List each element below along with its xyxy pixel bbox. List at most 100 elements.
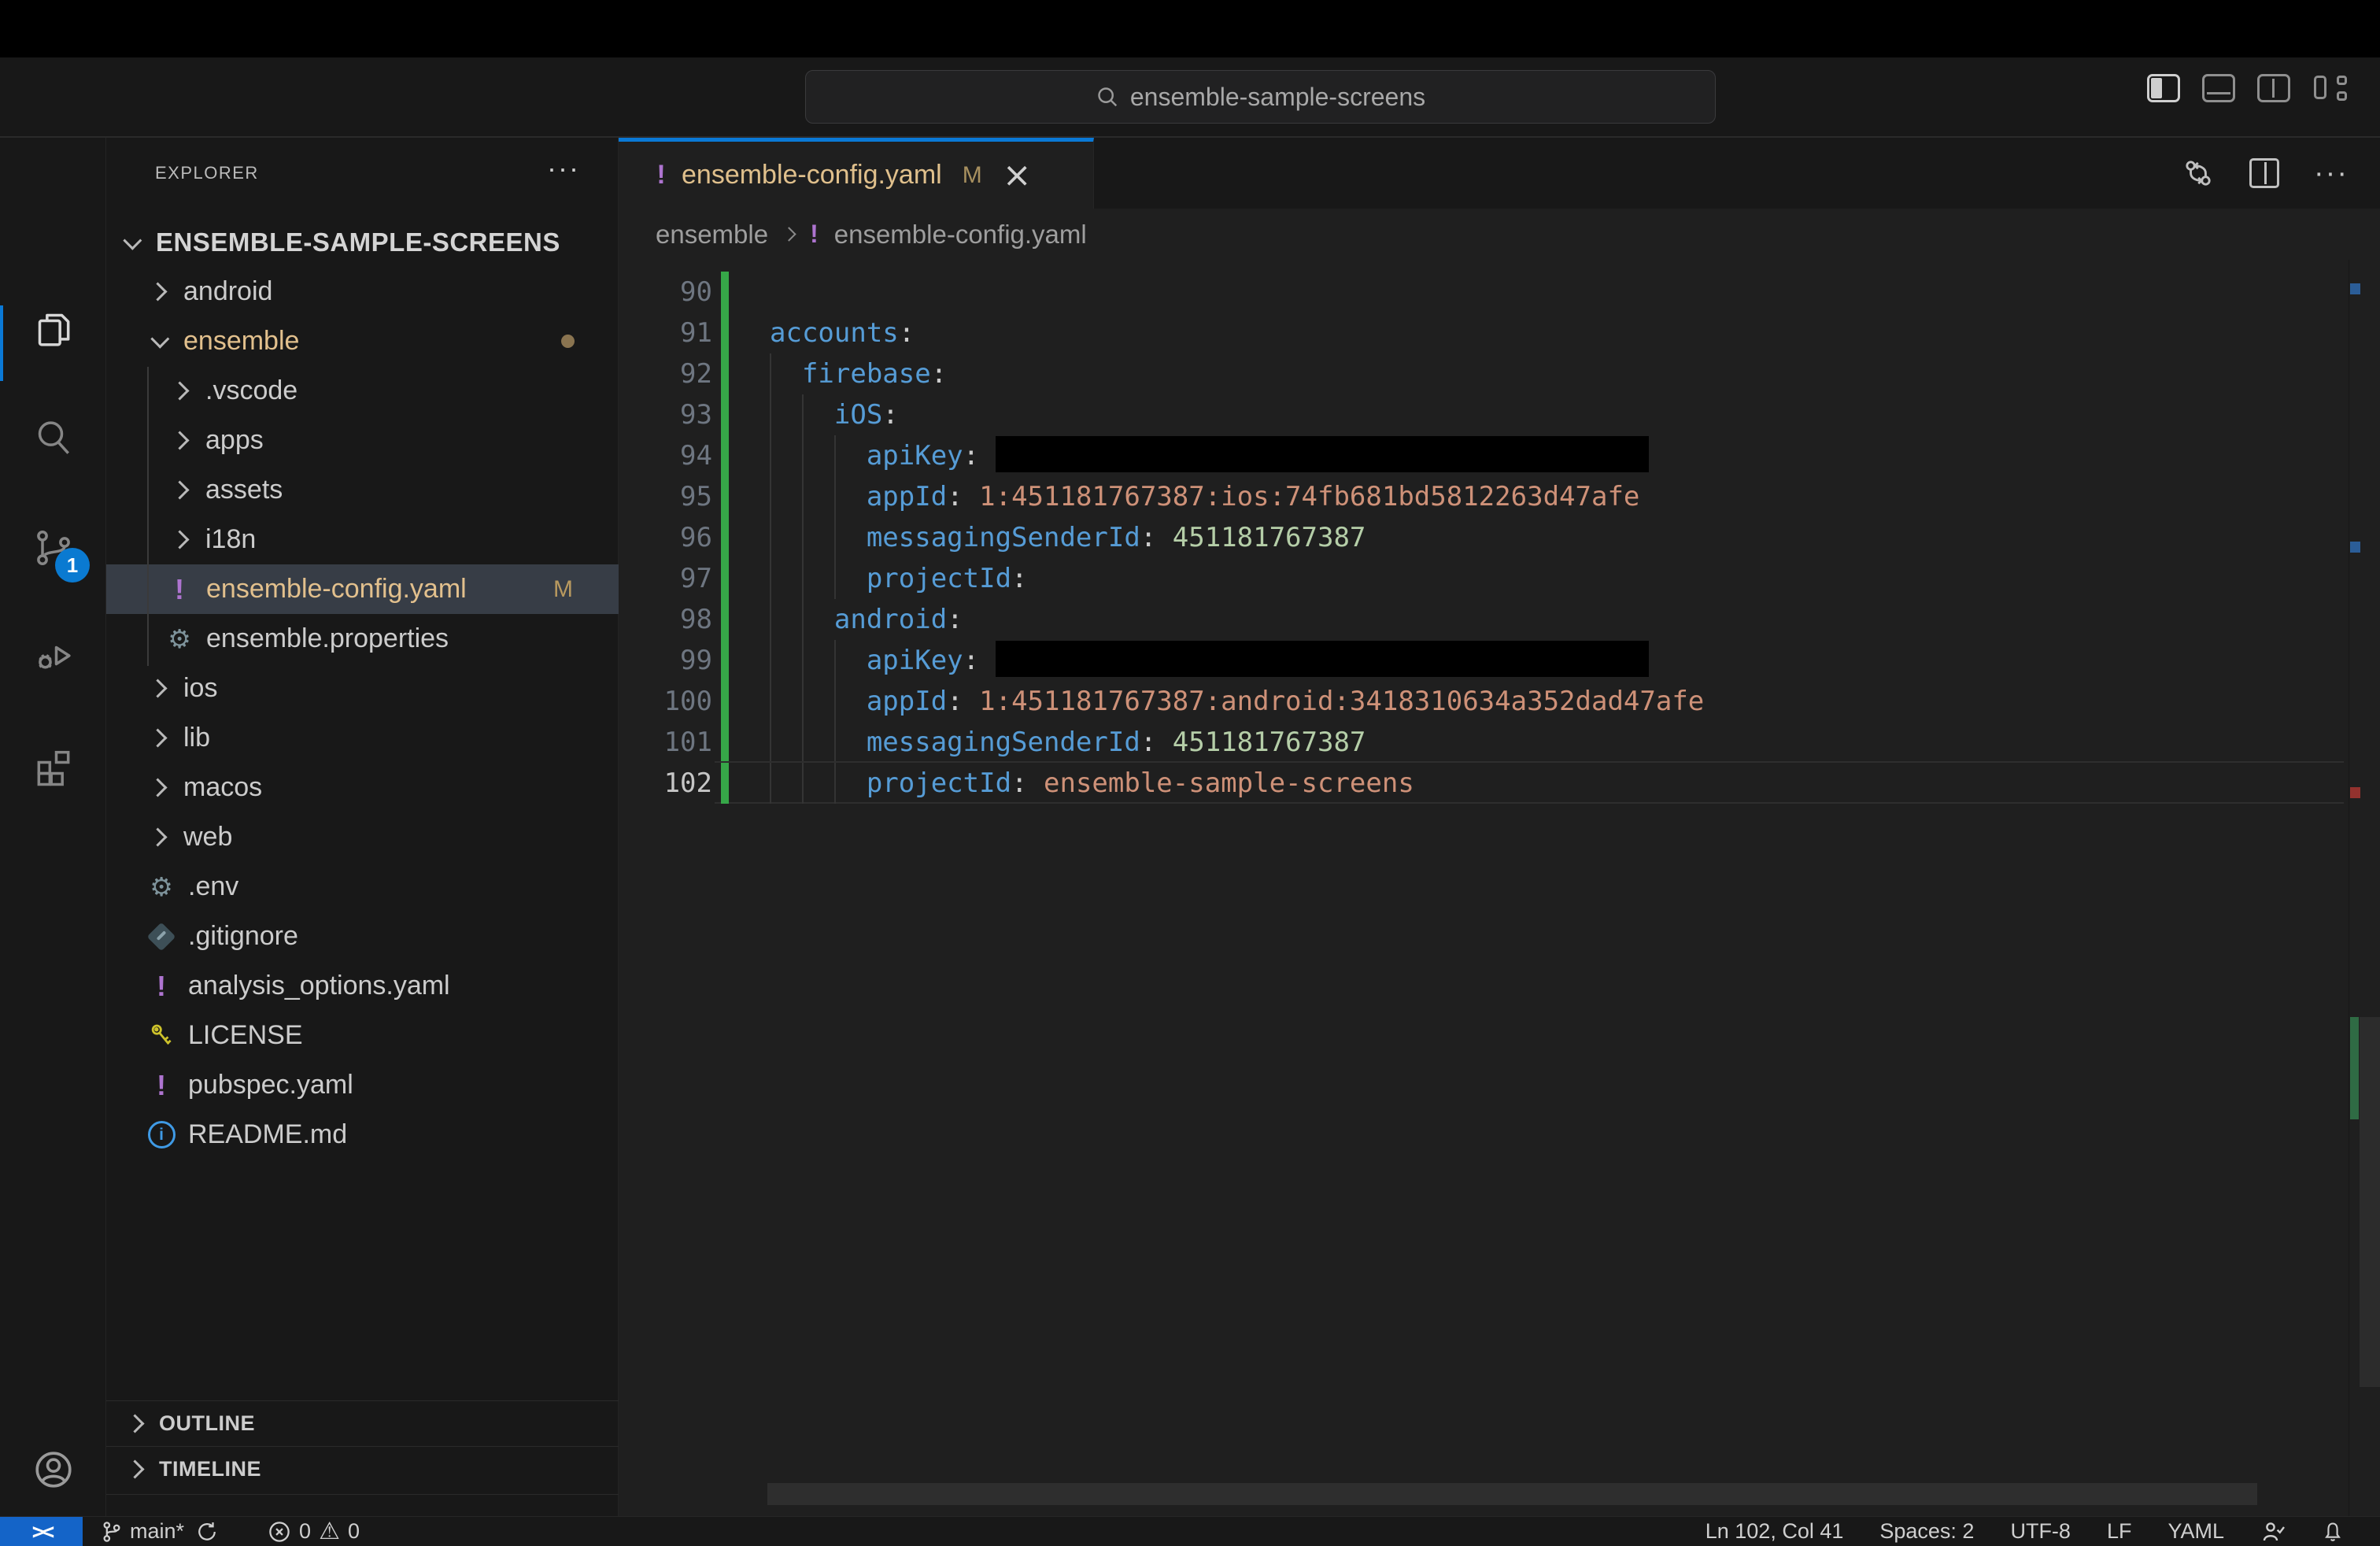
gear-icon: ⚙ [168,623,191,654]
tree-item-ensemble.properties[interactable]: ⚙ ensemble.properties [106,614,619,664]
breadcrumb-file[interactable]: ensemble-config.yaml [834,220,1087,250]
command-center-search[interactable]: ensemble-sample-screens [805,70,1716,124]
git-added-gutter [721,476,729,517]
code-line-93[interactable]: 93 iOS: [619,394,2380,435]
remote-indicator[interactable]: >< [0,1517,83,1546]
tree-item-label: .gitignore [188,921,298,951]
customize-layout-icon[interactable] [2312,73,2349,103]
toggle-primary-sidebar-icon[interactable] [2147,74,2180,102]
macos-menubar-strip [0,0,2380,57]
sidebar-item-explorer[interactable] [0,290,106,381]
close-icon[interactable]: × [1003,157,1032,192]
ruler-error-mark [2350,787,2360,798]
tree-item-lib[interactable]: lib [106,713,619,763]
yaml-icon: ! [157,969,166,1002]
tree-item-android[interactable]: android [106,267,619,316]
tab-bar: ! ensemble-config.yaml M × ··· [619,138,2380,209]
timeline-panel-header[interactable]: TIMELINE [106,1446,619,1492]
tree-item-.vscode[interactable]: .vscode [106,366,619,416]
code-line-90[interactable]: 90 [619,272,2380,313]
modified-badge: M [553,575,573,602]
tree-item-.env[interactable]: ⚙ .env [106,862,619,912]
code-area[interactable]: 90 91 accounts: 92 firebase: 93 iOS: 94 apiKe… [619,272,2380,804]
line-number: 90 [680,276,712,308]
chevron-right-icon [148,778,168,797]
code-line-101[interactable]: 101 messagingSenderId: 451181767387 [619,722,2380,763]
tree-item-ios[interactable]: ios [106,664,619,713]
sidebar-item-run-debug[interactable] [0,616,106,695]
active-indicator [0,305,3,381]
bell-icon[interactable] [2322,1520,2344,1544]
tree-item-apps[interactable]: apps [106,416,619,465]
ruler-modified-mark [2350,542,2360,553]
outline-panel-header[interactable]: OUTLINE [106,1400,619,1446]
code-line-102[interactable]: 102 projectId: ensemble-sample-screens [619,761,2380,804]
breadcrumb-folder[interactable]: ensemble [656,220,768,250]
code-line-100[interactable]: 100 appId: 1:451181767387:android:341831… [619,681,2380,722]
tree-item-macos[interactable]: macos [106,763,619,812]
encoding[interactable]: UTF-8 [2010,1519,2071,1544]
code-text: android: [770,604,963,635]
horizontal-scrollbar[interactable] [767,1483,2257,1505]
line-number: 92 [680,358,712,390]
code-line-91[interactable]: 91 accounts: [619,313,2380,353]
tree-item-label: i18n [205,524,257,554]
tree-item-pubspec.yaml[interactable]: ! pubspec.yaml [106,1060,619,1110]
tree-root-ensemble-sample-screens[interactable]: ENSEMBLE-SAMPLE-SCREENS [106,224,619,261]
explorer-more-actions-icon[interactable]: ··· [547,152,580,185]
code-line-98[interactable]: 98 android: [619,599,2380,640]
yaml-icon: ! [157,1068,166,1101]
folder-modified-dot [561,335,575,348]
feedback-person-icon[interactable] [2260,1519,2286,1544]
vertical-scrollbar[interactable] [2360,1017,2380,1387]
warning-icon: ⚠ [319,1517,340,1545]
tree-item-analysis_options.yaml[interactable]: ! analysis_options.yaml [106,961,619,1011]
cursor-position[interactable]: Ln 102, Col 41 [1706,1519,1844,1544]
sidebar-title: EXPLORER [155,163,259,183]
tree-item-assets[interactable]: assets [106,465,619,515]
toggle-panel-icon[interactable] [2202,74,2235,102]
code-line-97[interactable]: 97 projectId: [619,558,2380,599]
tree-item-README.md[interactable]: i README.md [106,1110,619,1160]
line-number: 97 [680,563,712,594]
tab-ensemble-config-yaml[interactable]: ! ensemble-config.yaml M × [619,138,1094,209]
eol[interactable]: LF [2107,1519,2132,1544]
open-changes-icon[interactable] [2182,157,2215,190]
split-editor-icon[interactable] [2249,158,2280,188]
line-number: 96 [680,522,712,553]
tree-item-i18n[interactable]: i18n [106,515,619,564]
code-line-96[interactable]: 96 messagingSenderId: 451181767387 [619,517,2380,558]
code-line-95[interactable]: 95 appId: 1:451181767387:ios:74fb681bd58… [619,476,2380,517]
git-branch-status[interactable]: main* [100,1519,184,1544]
git-branch-icon [103,1521,120,1542]
code-line-99[interactable]: 99 apiKey: [619,640,2380,681]
account-button[interactable] [0,1430,106,1509]
indentation[interactable]: Spaces: 2 [1879,1519,1974,1544]
sidebar-item-search[interactable] [0,399,106,478]
tree-item-.gitignore[interactable]: .gitignore [106,912,619,961]
git-added-gutter [721,558,729,599]
tree-item-label: README.md [188,1119,348,1149]
git-added-gutter [721,313,729,353]
tree-item-web[interactable]: web [106,812,619,862]
code-text: accounts: [770,317,915,349]
vscode-window: ← → ensemble-sample-screens [0,0,2380,1546]
code-text: appId: 1:451181767387:android:3418310634… [770,686,1705,717]
problems-status[interactable]: 0 ⚠ 0 [268,1519,360,1544]
more-actions-icon[interactable]: ··· [2314,158,2349,188]
sidebar-item-source-control[interactable]: 1 [0,509,106,587]
tree-item-ensemble-config.yaml[interactable]: ! ensemble-config.yaml M [106,564,619,614]
chevron-right-icon [170,431,190,450]
toggle-secondary-sidebar-icon[interactable] [2257,74,2290,102]
git-added-gutter [721,722,729,763]
tree-item-ensemble[interactable]: ensemble [106,316,619,366]
code-line-94[interactable]: 94 apiKey: [619,435,2380,476]
language-mode[interactable]: YAML [2168,1519,2224,1544]
code-text: appId: 1:451181767387:ios:74fb681bd58122… [770,481,1640,512]
sync-icon[interactable] [195,1520,219,1544]
tree-item-LICENSE[interactable]: LICENSE [106,1011,619,1060]
account-icon [35,1452,72,1488]
sidebar-item-extensions[interactable] [0,726,106,804]
yaml-icon: ! [656,160,666,190]
code-line-92[interactable]: 92 firebase: [619,353,2380,394]
